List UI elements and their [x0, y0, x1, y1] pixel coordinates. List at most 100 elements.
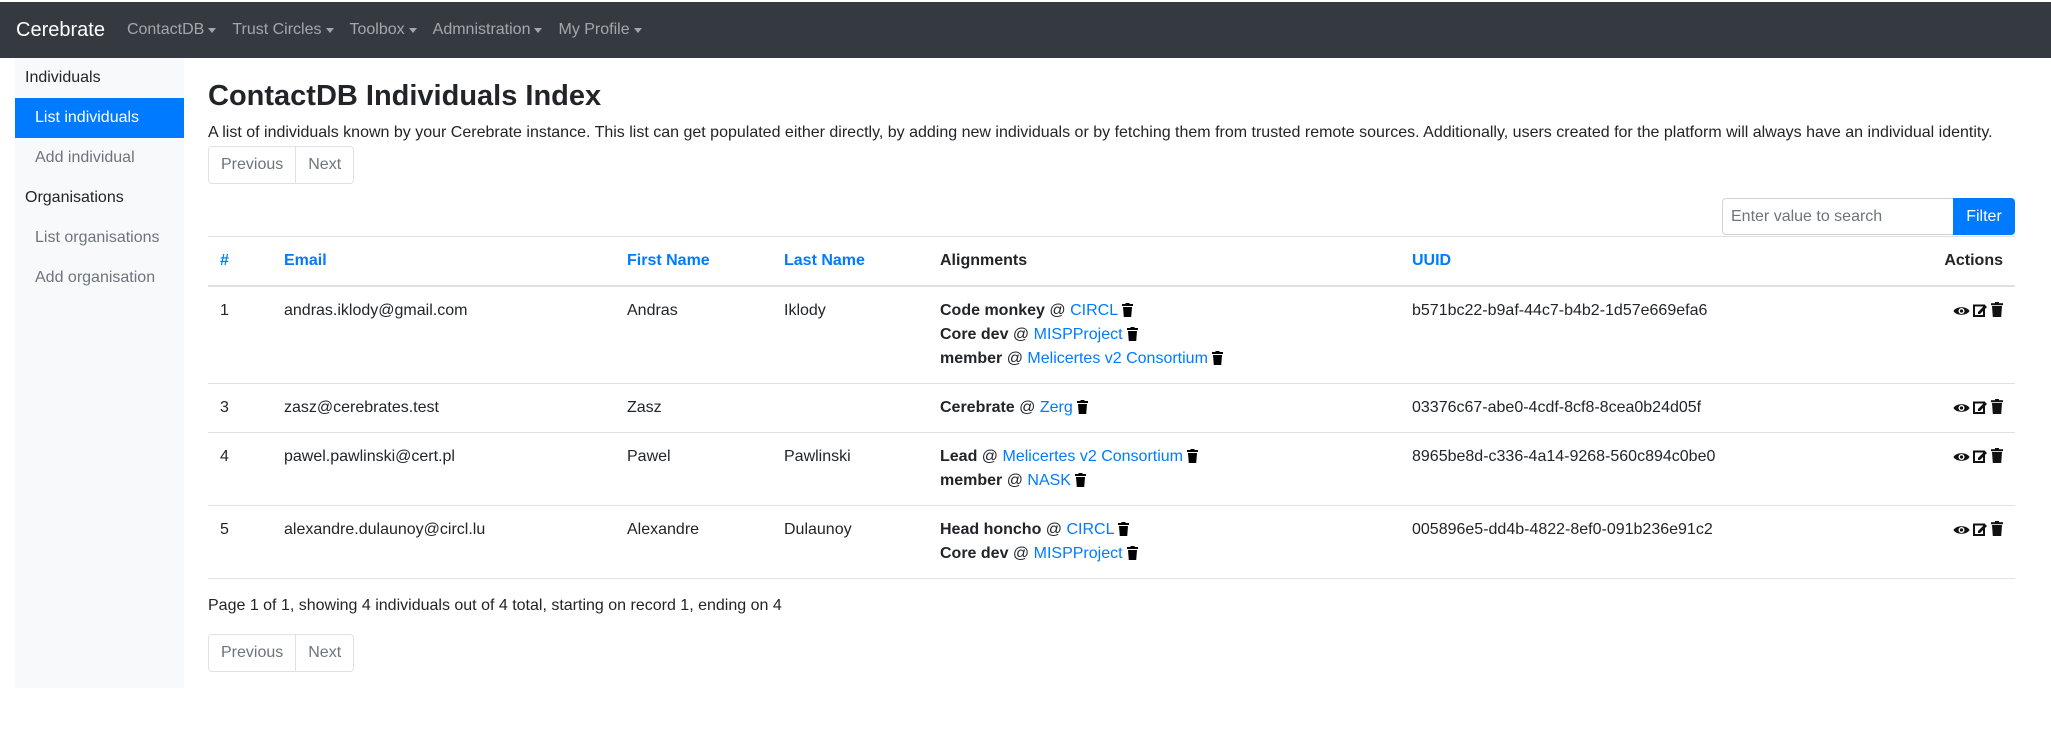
trash-icon[interactable] [1075, 472, 1087, 487]
alignment-role: Code monkey [940, 301, 1045, 319]
cell-email: andras.iklody@gmail.com [272, 285, 615, 384]
cell-first-name: Zasz [615, 383, 772, 433]
cell-actions [1900, 432, 2015, 506]
cell-first-name: Andras [615, 285, 772, 384]
cell-alignments: Lead @ Melicertes v2 Consortium member @… [928, 432, 1400, 506]
search-group: Filter [1722, 198, 2015, 235]
alignment-role: member [940, 471, 1003, 489]
next-page-button[interactable]: Next [295, 635, 353, 671]
nav-item-label: Toolbox [349, 21, 405, 38]
table-header-row: # Email First Name Last Name Alignments … [208, 236, 2015, 287]
caret-down-icon [208, 27, 217, 33]
alignment-at-separator: @ [1006, 349, 1023, 367]
edit-icon[interactable] [1973, 400, 1988, 414]
sidebar: Individuals List individuals Add individ… [15, 58, 184, 688]
alignment-at-separator: @ [1049, 301, 1066, 319]
nav-my-profile-dropdown[interactable]: My Profile [558, 21, 642, 39]
previous-page-button[interactable]: Previous [209, 635, 295, 671]
alignment-organisation-link[interactable]: Melicertes v2 Consortium [1003, 448, 1184, 465]
edit-icon[interactable] [1973, 449, 1988, 463]
brand-logo-link[interactable]: Cerebrate [16, 19, 105, 42]
sidebar-item-list-organisations[interactable]: List organisations [15, 218, 184, 258]
alignment-role: Core dev [940, 325, 1009, 343]
alignment-role: Lead [940, 447, 978, 465]
column-header-uuid[interactable]: UUID [1400, 236, 1900, 287]
top-navbar: Cerebrate ContactDB Trust Circles Toolbo… [0, 2, 2051, 58]
alignment-at-separator: @ [1012, 325, 1030, 343]
alignment-entry: member @ Melicertes v2 Consortium [940, 347, 1388, 371]
cell-last-name: Pawlinski [772, 432, 928, 506]
trash-icon[interactable] [1121, 302, 1133, 317]
alignment-entry: Code monkey @ CIRCL [940, 299, 1388, 323]
alignment-role: member [940, 349, 1003, 367]
view-icon[interactable] [1953, 402, 1970, 414]
alignment-organisation-link[interactable]: CIRCL [1067, 521, 1114, 538]
pagination-bottom: Previous Next [208, 634, 355, 672]
trash-icon[interactable] [1127, 545, 1138, 560]
cell-first-name: Pawel [615, 432, 772, 506]
edit-icon[interactable] [1973, 522, 1988, 536]
cell-last-name: Dulaunoy [772, 505, 928, 579]
previous-page-button[interactable]: Previous [209, 147, 295, 183]
alignment-at-separator: @ [1006, 471, 1023, 489]
cell-uuid: 8965be8d-c336-4a14-9268-560c894c0be0 [1400, 432, 1900, 506]
alignment-organisation-link[interactable]: MISPProject [1034, 545, 1123, 562]
cell-id: 3 [208, 383, 272, 433]
alignment-entry: Cerebrate @ Zerg [940, 396, 1388, 420]
filter-button[interactable]: Filter [1953, 198, 2015, 235]
alignment-organisation-link[interactable]: Zerg [1040, 399, 1073, 416]
cell-last-name: Iklody [772, 285, 928, 384]
view-icon[interactable] [1953, 524, 1970, 536]
cell-alignments: Code monkey @ CIRCL Core dev @ MISPProje… [928, 285, 1400, 384]
column-header-email[interactable]: Email [272, 236, 615, 287]
trash-icon[interactable] [1187, 448, 1199, 463]
column-header-id[interactable]: # [208, 236, 272, 287]
trash-icon[interactable] [1118, 521, 1130, 536]
view-icon[interactable] [1953, 451, 1970, 463]
alignment-organisation-link[interactable]: MISPProject [1034, 326, 1123, 343]
cell-id: 5 [208, 505, 272, 579]
trash-icon[interactable] [1127, 326, 1138, 341]
search-input[interactable] [1722, 198, 1953, 235]
view-icon[interactable] [1953, 305, 1970, 317]
page-description: A list of individuals known by your Cere… [208, 124, 1993, 141]
sidebar-item-add-organisation[interactable]: Add organisation [15, 258, 184, 298]
trash-icon[interactable] [1212, 350, 1224, 365]
nav-item-label: Admnistration [432, 21, 531, 38]
nav-trust-circles-dropdown[interactable]: Trust Circles [232, 21, 334, 39]
edit-icon[interactable] [1973, 303, 1988, 317]
alignment-at-separator: @ [1019, 398, 1036, 416]
delete-icon[interactable] [1991, 398, 2003, 414]
cell-id: 4 [208, 432, 272, 506]
alignment-at-separator: @ [1012, 544, 1030, 562]
sidebar-item-add-individual[interactable]: Add individual [15, 138, 184, 178]
cell-actions [1900, 505, 2015, 579]
column-header-first-name[interactable]: First Name [615, 236, 772, 287]
nav-toolbox-dropdown[interactable]: Toolbox [350, 21, 417, 39]
delete-icon[interactable] [1991, 520, 2003, 536]
pagination-top: Previous Next [208, 146, 355, 184]
alignment-organisation-link[interactable]: NASK [1027, 472, 1071, 489]
delete-icon[interactable] [1991, 301, 2003, 317]
caret-down-icon [325, 27, 334, 33]
alignment-entry: Head honcho @ CIRCL [940, 518, 1388, 542]
nav-administration-dropdown[interactable]: Admnistration [433, 21, 543, 39]
delete-icon[interactable] [1991, 447, 2003, 463]
caret-down-icon [408, 27, 417, 33]
alignment-organisation-link[interactable]: CIRCL [1070, 302, 1117, 319]
table-row: 1 andras.iklody@gmail.com Andras Iklody Code… [208, 285, 2015, 384]
cell-alignments: Cerebrate @ Zerg [928, 383, 1400, 433]
table-row: 4 pawel.pawlinski@cert.pl Pawel Pawlinski Le… [208, 432, 2015, 506]
caret-down-icon [633, 27, 642, 33]
cell-uuid: 005896e5-dd4b-4822-8ef0-091b236e91c2 [1400, 505, 1900, 579]
cell-email: zasz@cerebrates.test [272, 383, 615, 433]
column-header-actions: Actions [1900, 236, 2015, 287]
alignment-organisation-link[interactable]: Melicertes v2 Consortium [1027, 350, 1208, 367]
cell-actions [1900, 383, 2015, 433]
next-page-button[interactable]: Next [295, 147, 353, 183]
caret-down-icon [534, 27, 543, 33]
alignment-entry: Lead @ Melicertes v2 Consortium [940, 445, 1388, 469]
nav-contactdb-dropdown[interactable]: ContactDB [127, 21, 217, 39]
sidebar-item-list-individuals[interactable]: List individuals [15, 98, 184, 138]
trash-icon[interactable] [1077, 399, 1089, 414]
